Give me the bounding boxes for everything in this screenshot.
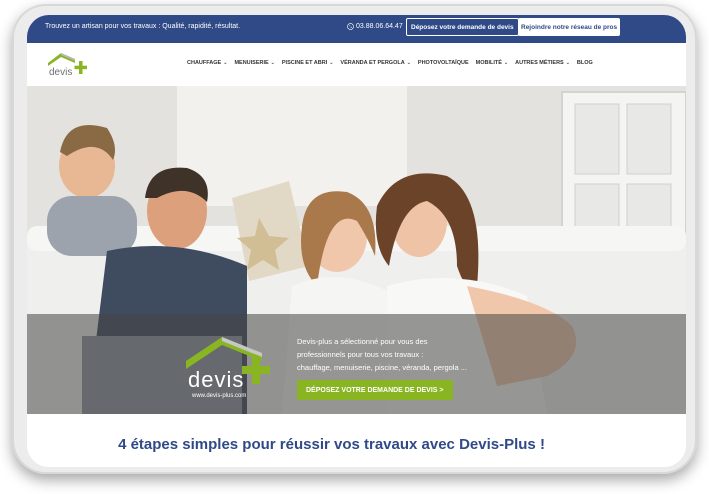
main-header: devis CHAUFFAGE ⌄ MENUISERIE ⌄ PISCINE ET … — [27, 43, 686, 86]
steps-section: 4 étapes simples pour réussir vos travau… — [27, 414, 686, 467]
chevron-down-icon: ⌄ — [223, 60, 228, 66]
nav-piscine-abri[interactable]: PISCINE ET ABRI ⌄ — [282, 60, 334, 66]
chevron-down-icon: ⌄ — [329, 60, 334, 66]
top-bar: Trouvez un artisan pour vos travaux : Qu… — [27, 15, 686, 43]
chevron-down-icon: ⌄ — [565, 60, 570, 66]
nav-photovoltaique[interactable]: PHOTOVOLTAÏQUE — [418, 60, 469, 66]
svg-text:www.devis-plus.com: www.devis-plus.com — [191, 393, 246, 399]
browser-screen: Trouvez un artisan pour vos travaux : Qu… — [27, 15, 686, 467]
hero-cta-button[interactable]: DÉPOSEZ VOTRE DEMANDE DE DEVIS > — [297, 380, 453, 400]
nav-veranda-pergola[interactable]: VÉRANDA ET PERGOLA ⌄ — [340, 60, 410, 66]
svg-text:devis: devis — [49, 67, 72, 78]
phone-icon — [347, 23, 354, 30]
section-title: 4 étapes simples pour réussir vos travau… — [118, 436, 545, 453]
join-network-button[interactable]: Rejoindre notre réseau de pros — [518, 18, 621, 36]
nav-chauffage[interactable]: CHAUFFAGE ⌄ — [187, 60, 227, 66]
deposit-request-button[interactable]: Déposez votre demande de devis — [406, 18, 519, 36]
chevron-down-icon: ⌄ — [270, 60, 275, 66]
hero-text-line: chauffage, menuiserie, piscine, véranda,… — [297, 363, 467, 372]
phone-link[interactable]: 03.88.06.64.47 — [347, 23, 403, 30]
chevron-down-icon: ⌄ — [503, 60, 509, 66]
main-nav: CHAUFFAGE ⌄ MENUISERIE ⌄ PISCINE ET ABRI ⌄ … — [187, 60, 593, 66]
nav-blog[interactable]: BLOG — [577, 60, 593, 66]
tagline: Trouvez un artisan pour vos travaux : Qu… — [45, 23, 241, 30]
hero-banner: devis www.devis-plus.com Devis-plus a sé… — [27, 86, 686, 414]
devis-plus-logo[interactable]: devis — [45, 49, 97, 79]
phone-number: 03.88.06.64.47 — [356, 23, 403, 30]
nav-menuiserie[interactable]: MENUISERIE ⌄ — [234, 60, 274, 66]
hero-text-line: professionnels pour tous vos travaux : — [297, 350, 424, 359]
nav-autres-metiers[interactable]: AUTRES MÉTIERS ⌄ — [515, 60, 570, 66]
chevron-down-icon: ⌄ — [406, 60, 411, 66]
hero-description: Devis-plus a sélectionné pour vous des p… — [297, 335, 497, 374]
svg-text:devis: devis — [188, 367, 244, 392]
nav-mobilite[interactable]: MOBILITÉ ⌄ — [476, 60, 508, 66]
devis-plus-logo-large: devis www.devis-plus.com — [186, 337, 270, 399]
hero-text-line: Devis-plus a sélectionné pour vous des — [297, 337, 428, 346]
